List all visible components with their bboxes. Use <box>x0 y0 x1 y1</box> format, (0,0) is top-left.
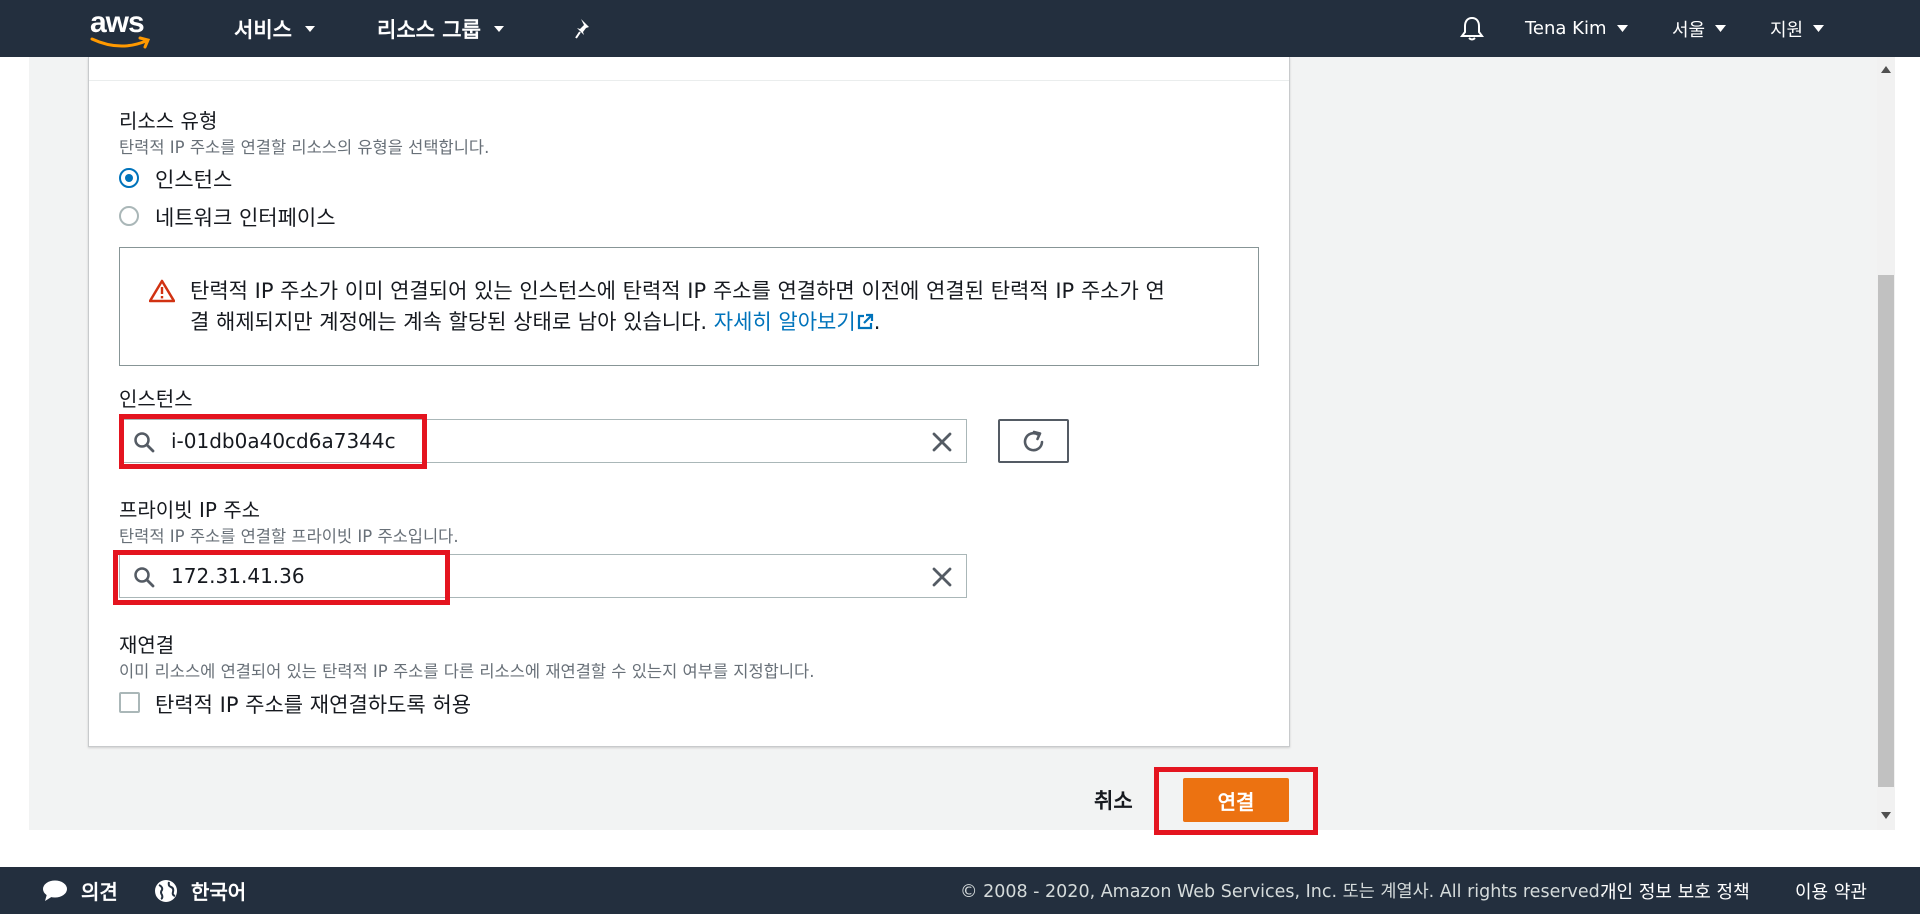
search-icon <box>134 567 155 588</box>
private-ip-search-input[interactable]: 172.31.41.36 <box>119 554 967 598</box>
resource-type-description: 탄력적 IP 주소를 연결할 리소스의 유형을 선택합니다. <box>119 138 490 157</box>
radio-network-interface[interactable] <box>119 206 139 226</box>
chevron-down-icon <box>493 25 504 32</box>
panel-divider <box>89 80 1289 81</box>
instance-label: 인스턴스 <box>119 387 193 411</box>
services-label: 서비스 <box>234 17 292 42</box>
language-label: 한국어 <box>191 880 247 904</box>
instance-value: i-01db0a40cd6a7344c <box>171 429 396 453</box>
chevron-down-icon <box>304 25 315 32</box>
language-button[interactable]: 한국어 <box>153 867 246 914</box>
private-ip-label: 프라이빗 IP 주소 <box>119 498 261 522</box>
pin-button[interactable] <box>574 0 594 57</box>
resource-groups-menu[interactable]: 리소스 그룹 <box>377 0 505 57</box>
notifications-button[interactable] <box>1460 0 1484 57</box>
aws-logo-text: aws <box>90 6 145 39</box>
radio-instance[interactable] <box>119 168 139 188</box>
bell-icon <box>1460 16 1484 40</box>
region-menu[interactable]: 서울 <box>1672 0 1727 57</box>
top-navigation: aws 서비스 리소스 그룹 Tena Kim 서울 지원 <box>0 0 1920 57</box>
privacy-policy-link[interactable]: 개인 정보 보호 정책 <box>1600 867 1750 914</box>
reassociation-label: 재연결 <box>119 633 175 657</box>
external-link-icon <box>857 313 873 330</box>
form-panel <box>88 57 1290 747</box>
support-label: 지원 <box>1770 19 1804 41</box>
region-label: 서울 <box>1672 19 1706 41</box>
warning-alert-text: 탄력적 IP 주소가 이미 연결되어 있는 인스턴스에 탄력적 IP 주소를 연… <box>190 276 1230 338</box>
private-ip-description: 탄력적 IP 주소를 연결할 프라이빗 IP 주소입니다. <box>119 527 459 546</box>
search-icon <box>134 432 155 453</box>
services-menu[interactable]: 서비스 <box>234 0 316 57</box>
terms-link[interactable]: 이용 약관 <box>1795 867 1867 914</box>
reassociation-description: 이미 리소스에 연결되어 있는 탄력적 IP 주소를 다른 리소스에 재연결할 … <box>119 662 815 681</box>
allow-reassociation-label[interactable]: 탄력적 IP 주소를 재연결하도록 허용 <box>155 689 471 719</box>
chevron-down-icon <box>1715 25 1727 32</box>
aws-smile-icon <box>90 36 151 49</box>
feedback-label: 의견 <box>81 880 118 904</box>
chevron-down-icon <box>1616 25 1628 32</box>
resource-groups-label: 리소스 그룹 <box>377 17 481 42</box>
clear-icon[interactable] <box>932 567 952 587</box>
pin-icon <box>575 18 589 39</box>
speech-bubble-icon <box>43 880 67 901</box>
learn-more-link[interactable]: 자세히 알아보기 <box>714 310 874 334</box>
refresh-icon <box>1023 430 1044 452</box>
learn-more-link-text: 자세히 알아보기 <box>713 310 856 334</box>
chevron-down-icon <box>1813 25 1825 32</box>
refresh-button[interactable] <box>998 419 1069 463</box>
clear-icon[interactable] <box>932 432 952 452</box>
scroll-down-arrow[interactable] <box>1881 812 1891 819</box>
alert-text-line2: 결 해제되지만 계정에는 계속 할당된 상태로 남아 있습니다. <box>190 310 708 334</box>
warning-icon <box>149 279 175 303</box>
alert-trailing: . <box>873 310 881 334</box>
scrollbar-thumb[interactable] <box>1878 275 1894 787</box>
alert-text-line1: 탄력적 IP 주소가 이미 연결되어 있는 인스턴스에 탄력적 IP 주소를 연… <box>190 279 1165 303</box>
feedback-button[interactable]: 의견 <box>41 867 118 914</box>
globe-icon <box>155 879 177 902</box>
radio-instance-label[interactable]: 인스턴스 <box>155 164 232 194</box>
support-menu[interactable]: 지원 <box>1770 0 1825 57</box>
private-ip-value: 172.31.41.36 <box>171 564 305 588</box>
connect-button[interactable]: 연결 <box>1183 778 1289 822</box>
aws-logo[interactable]: aws <box>90 6 156 50</box>
resource-type-label: 리소스 유형 <box>119 109 218 133</box>
footer: 의견 한국어 © 2008 - 2020, Amazon Web Service… <box>0 867 1920 914</box>
bottom-spacer <box>0 830 1920 867</box>
instance-search-input[interactable]: i-01db0a40cd6a7344c <box>119 419 967 463</box>
user-menu[interactable]: Tena Kim <box>1525 0 1628 57</box>
cancel-button[interactable]: 취소 <box>1094 785 1133 815</box>
copyright-text: © 2008 - 2020, Amazon Web Services, Inc.… <box>960 882 1606 902</box>
scroll-up-arrow[interactable] <box>1881 66 1891 73</box>
radio-network-interface-label[interactable]: 네트워크 인터페이스 <box>155 202 336 232</box>
allow-reassociation-checkbox[interactable] <box>119 692 140 713</box>
user-label: Tena Kim <box>1525 18 1607 39</box>
